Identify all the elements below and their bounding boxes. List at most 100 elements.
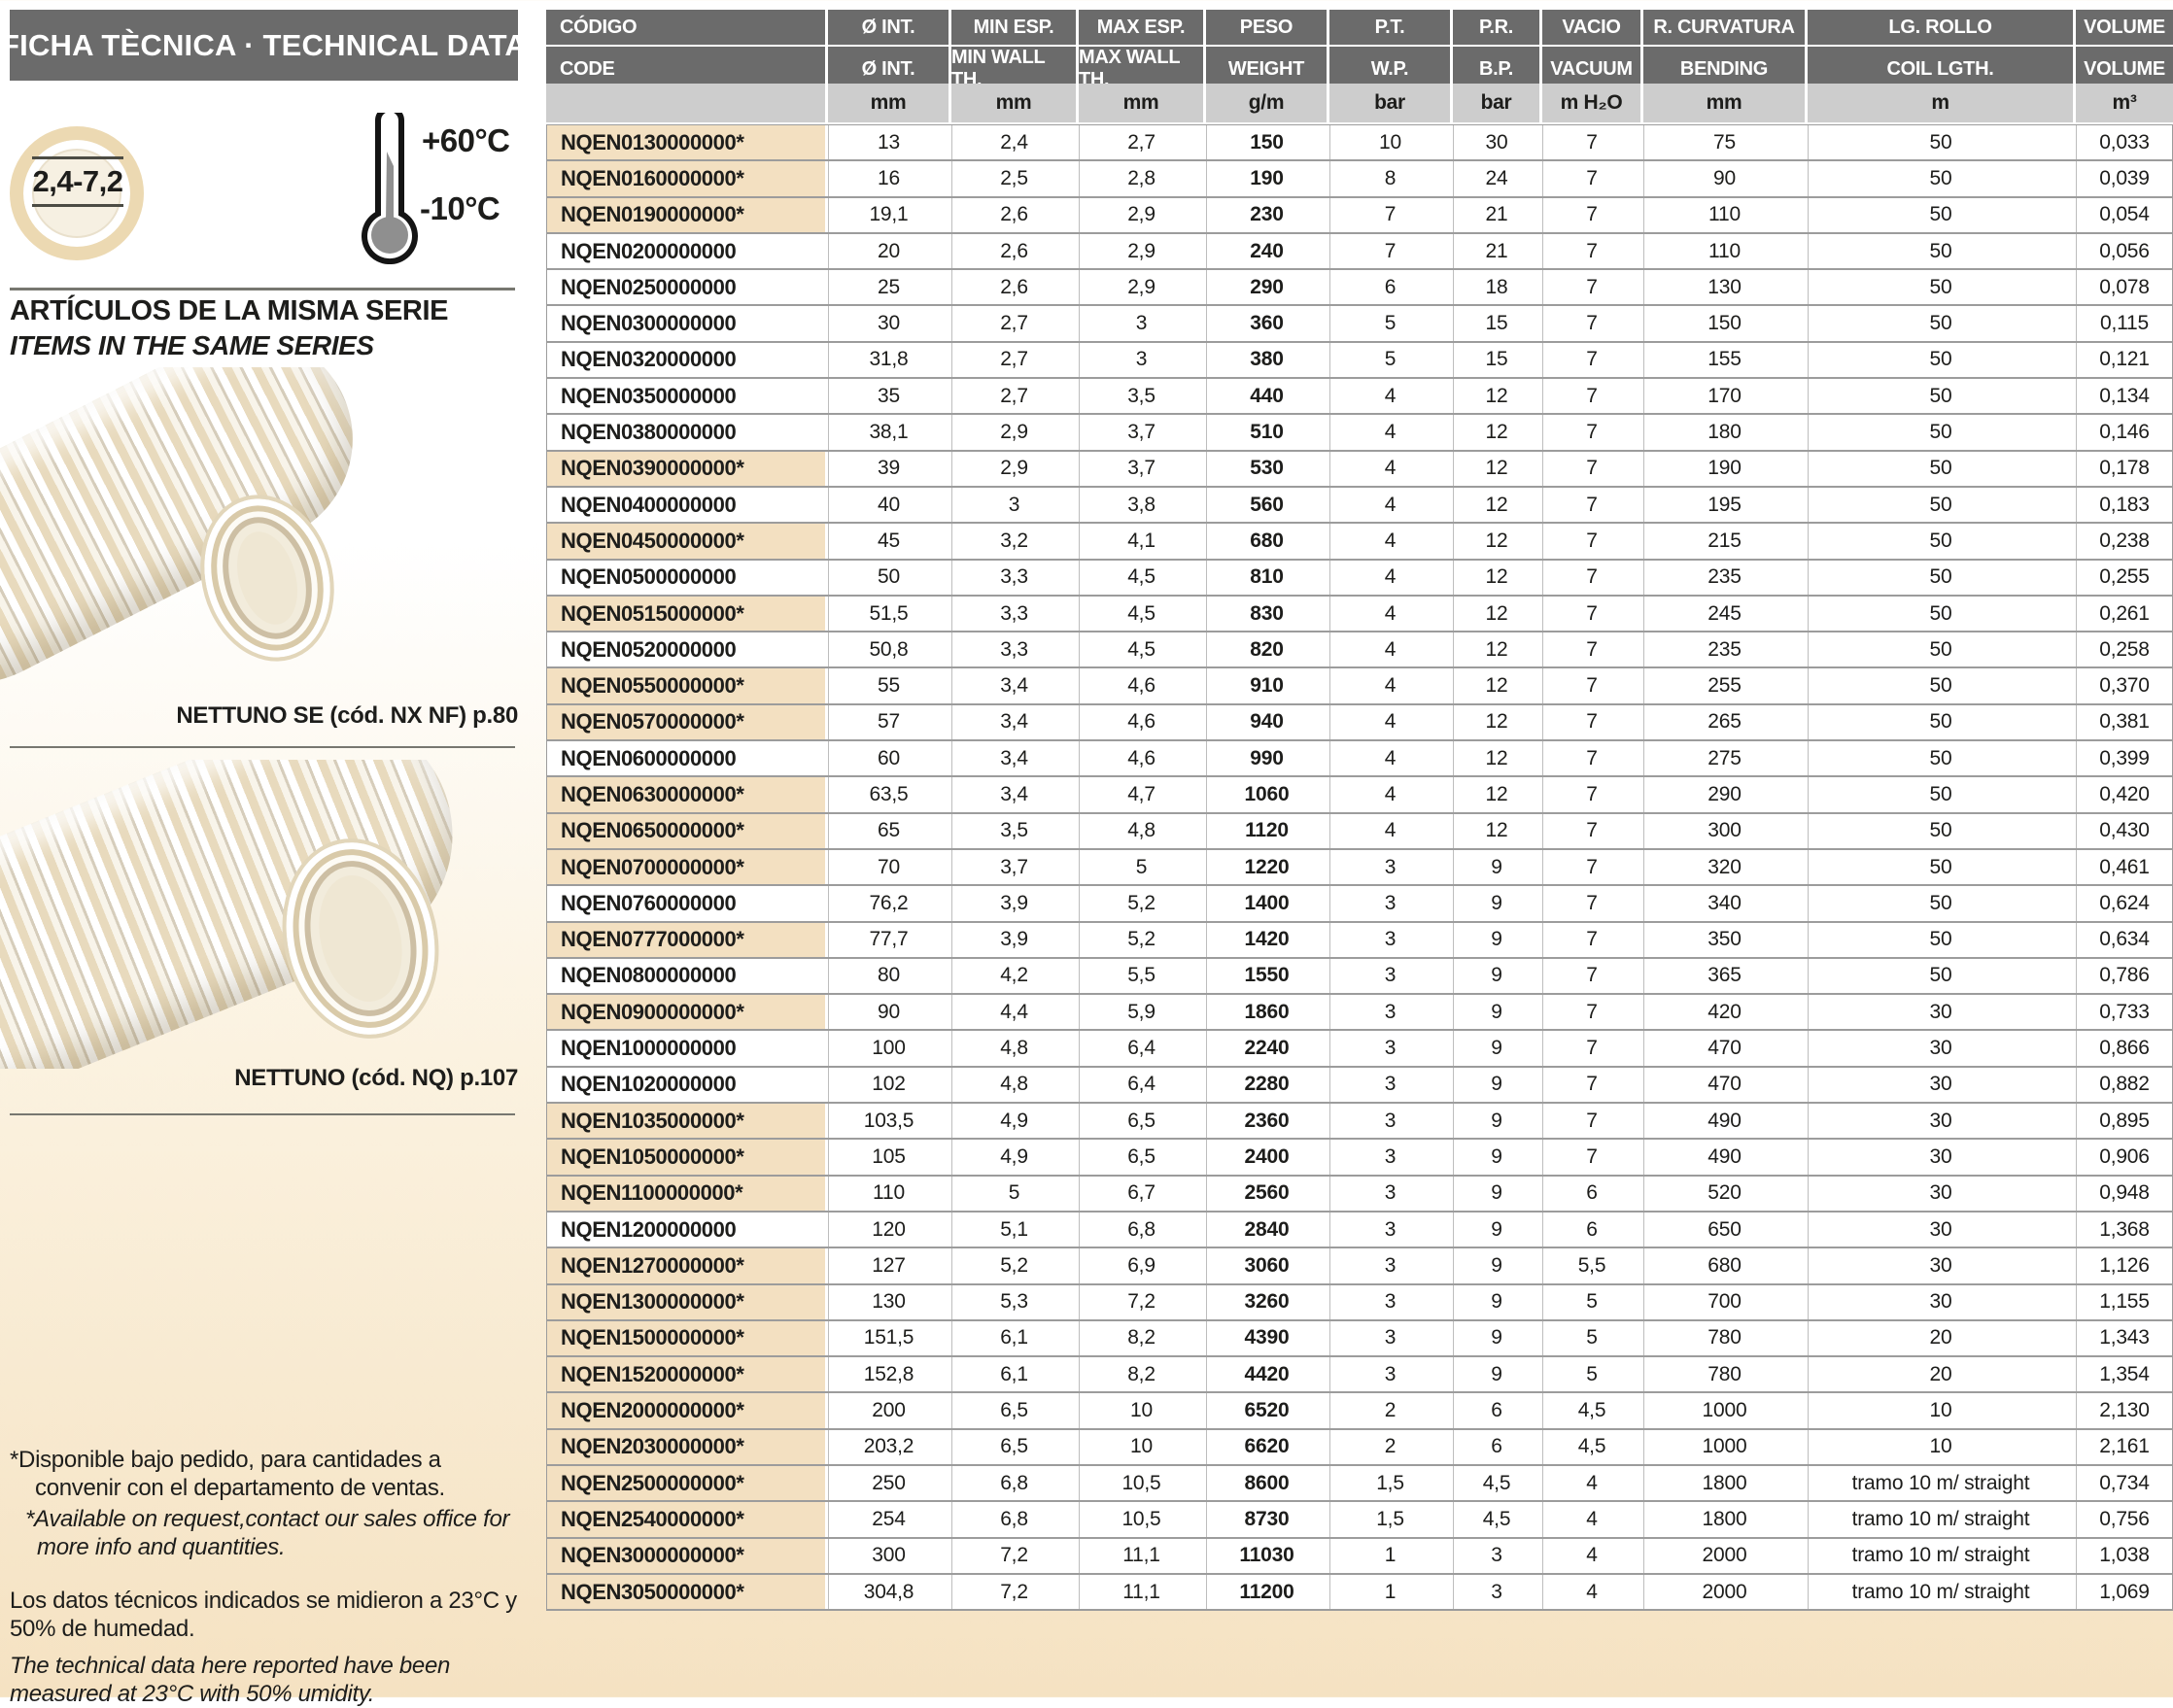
cell-inner-diameter: 127 <box>828 1248 949 1282</box>
cell-working-pressure: 2 <box>1329 1430 1450 1464</box>
cell-weight: 230 <box>1206 198 1327 232</box>
cell-burst-pressure: 21 <box>1453 198 1539 232</box>
cell-min-wall-thickness: 3,5 <box>951 814 1076 848</box>
cell-weight: 11030 <box>1206 1539 1327 1573</box>
cell-bending-radius: 195 <box>1643 488 1805 522</box>
cell-volume: 1,155 <box>2076 1285 2173 1319</box>
cell-max-wall-thickness: 10 <box>1079 1393 1203 1427</box>
cell-inner-diameter: 203,2 <box>828 1430 949 1464</box>
table-row: NQEN1300000000*1305,37,23260395700301,15… <box>546 1285 2173 1321</box>
cell-weight: 530 <box>1206 452 1327 486</box>
footnote-measurement-en: The technical data here reported have be… <box>10 1652 532 1708</box>
header-cell-vacuum-unit: m H₂O <box>1542 84 1640 122</box>
table-row: NQEN04000000004033,85604127195500,183 <box>546 488 2173 524</box>
header-cell-min-wall-thickness-unit: mm <box>951 84 1076 122</box>
cell-inner-diameter: 90 <box>828 995 949 1029</box>
cell-vacuum: 4 <box>1542 1539 1640 1573</box>
hose-image-nettuno-se <box>0 367 520 701</box>
table-row: NQEN0300000000302,733605157150500,115 <box>546 306 2173 342</box>
cell-volume: 0,115 <box>2076 306 2173 340</box>
cell-max-wall-thickness: 2,9 <box>1079 198 1203 232</box>
footnote-availability-es: *Disponible bajo pedido, para cantidades… <box>10 1446 532 1503</box>
cell-bending-radius: 470 <box>1643 1031 1805 1065</box>
cell-burst-pressure: 6 <box>1453 1393 1539 1427</box>
cell-max-wall-thickness: 6,9 <box>1079 1248 1203 1282</box>
cell-working-pressure: 2 <box>1329 1393 1450 1427</box>
cell-bending-radius: 2000 <box>1643 1539 1805 1573</box>
cell-min-wall-thickness: 4,9 <box>951 1140 1076 1174</box>
cell-min-wall-thickness: 3,4 <box>951 705 1076 739</box>
header-cell-coil-length-es: LG. ROLLO <box>1808 10 2073 45</box>
cell-code: NQEN0400000000 <box>546 488 825 522</box>
cell-bending-radius: 320 <box>1643 850 1805 884</box>
cell-working-pressure: 3 <box>1329 1213 1450 1247</box>
cell-vacuum: 7 <box>1542 814 1640 848</box>
cell-coil-length: tramo 10 m/ straight <box>1808 1539 2073 1573</box>
cell-max-wall-thickness: 8,2 <box>1079 1321 1203 1355</box>
cell-coil-length: 50 <box>1808 597 2073 631</box>
cell-code: NQEN0250000000 <box>546 270 825 304</box>
cell-max-wall-thickness: 4,8 <box>1079 814 1203 848</box>
cell-coil-length: 50 <box>1808 923 2073 957</box>
table-row: NQEN1520000000*152,86,18,24420395780201,… <box>546 1357 2173 1393</box>
cell-weight: 150 <box>1206 125 1327 159</box>
cell-working-pressure: 3 <box>1329 959 1450 993</box>
header-cell-weight-es: PESO <box>1206 10 1327 45</box>
cell-weight: 810 <box>1206 561 1327 595</box>
cell-max-wall-thickness: 4,5 <box>1079 561 1203 595</box>
cell-inner-diameter: 13 <box>828 125 949 159</box>
cell-min-wall-thickness: 5,3 <box>951 1285 1076 1319</box>
cell-inner-diameter: 300 <box>828 1539 949 1573</box>
table-header-row-en: CODEØ INT.MIN WALL TH.MAX WALL TH.WEIGHT… <box>546 47 2173 82</box>
cell-max-wall-thickness: 4,6 <box>1079 705 1203 739</box>
cell-volume: 0,054 <box>2076 198 2173 232</box>
table-row: NQEN0600000000603,44,69904127275500,399 <box>546 741 2173 777</box>
cell-vacuum: 5 <box>1542 1285 1640 1319</box>
cell-max-wall-thickness: 3 <box>1079 343 1203 377</box>
thermometer-icon <box>362 113 428 264</box>
cell-bending-radius: 490 <box>1643 1104 1805 1138</box>
cell-weight: 1120 <box>1206 814 1327 848</box>
cell-weight: 1420 <box>1206 923 1327 957</box>
header-cell-min-wall-thickness-es: MIN ESP. <box>951 10 1076 45</box>
cell-max-wall-thickness: 6,4 <box>1079 1031 1203 1065</box>
table-row: NQEN0570000000*573,44,69404127265500,381 <box>546 705 2173 741</box>
cell-working-pressure: 5 <box>1329 306 1450 340</box>
cell-coil-length: 30 <box>1808 1140 2073 1174</box>
cell-weight: 3060 <box>1206 1248 1327 1282</box>
cell-code: NQEN0520000000 <box>546 632 825 666</box>
cell-working-pressure: 3 <box>1329 1357 1450 1391</box>
cell-coil-length: 50 <box>1808 270 2073 304</box>
cell-min-wall-thickness: 5,1 <box>951 1213 1076 1247</box>
cell-coil-length: 50 <box>1808 125 2073 159</box>
cell-inner-diameter: 16 <box>828 161 949 195</box>
cell-bending-radius: 1000 <box>1643 1430 1805 1464</box>
cell-vacuum: 7 <box>1542 886 1640 920</box>
table-row: NQEN1100000000*11056,72560396520300,948 <box>546 1177 2173 1213</box>
cell-min-wall-thickness: 2,9 <box>951 452 1076 486</box>
cell-vacuum: 7 <box>1542 741 1640 775</box>
cell-volume: 0,895 <box>2076 1104 2173 1138</box>
cell-volume: 1,069 <box>2076 1575 2173 1609</box>
cell-vacuum: 4 <box>1542 1466 1640 1500</box>
cell-volume: 1,354 <box>2076 1357 2173 1391</box>
cell-max-wall-thickness: 4,5 <box>1079 597 1203 631</box>
cell-burst-pressure: 9 <box>1453 1248 1539 1282</box>
header-cell-max-wall-thickness-es: MAX ESP. <box>1079 10 1203 45</box>
cell-working-pressure: 3 <box>1329 1321 1450 1355</box>
cell-min-wall-thickness: 6,1 <box>951 1321 1076 1355</box>
cell-min-wall-thickness: 2,9 <box>951 415 1076 449</box>
cell-burst-pressure: 12 <box>1453 415 1539 449</box>
cell-max-wall-thickness: 4,1 <box>1079 524 1203 558</box>
cell-volume: 0,624 <box>2076 886 2173 920</box>
cell-burst-pressure: 15 <box>1453 343 1539 377</box>
cell-vacuum: 7 <box>1542 125 1640 159</box>
cell-vacuum: 7 <box>1542 1068 1640 1102</box>
cell-volume: 0,734 <box>2076 1466 2173 1500</box>
cell-coil-length: 50 <box>1808 415 2073 449</box>
hose-image-nettuno <box>0 760 520 1069</box>
cell-vacuum: 7 <box>1542 415 1640 449</box>
cell-inner-diameter: 45 <box>828 524 949 558</box>
cell-weight: 940 <box>1206 705 1327 739</box>
cell-code: NQEN3000000000* <box>546 1539 825 1573</box>
